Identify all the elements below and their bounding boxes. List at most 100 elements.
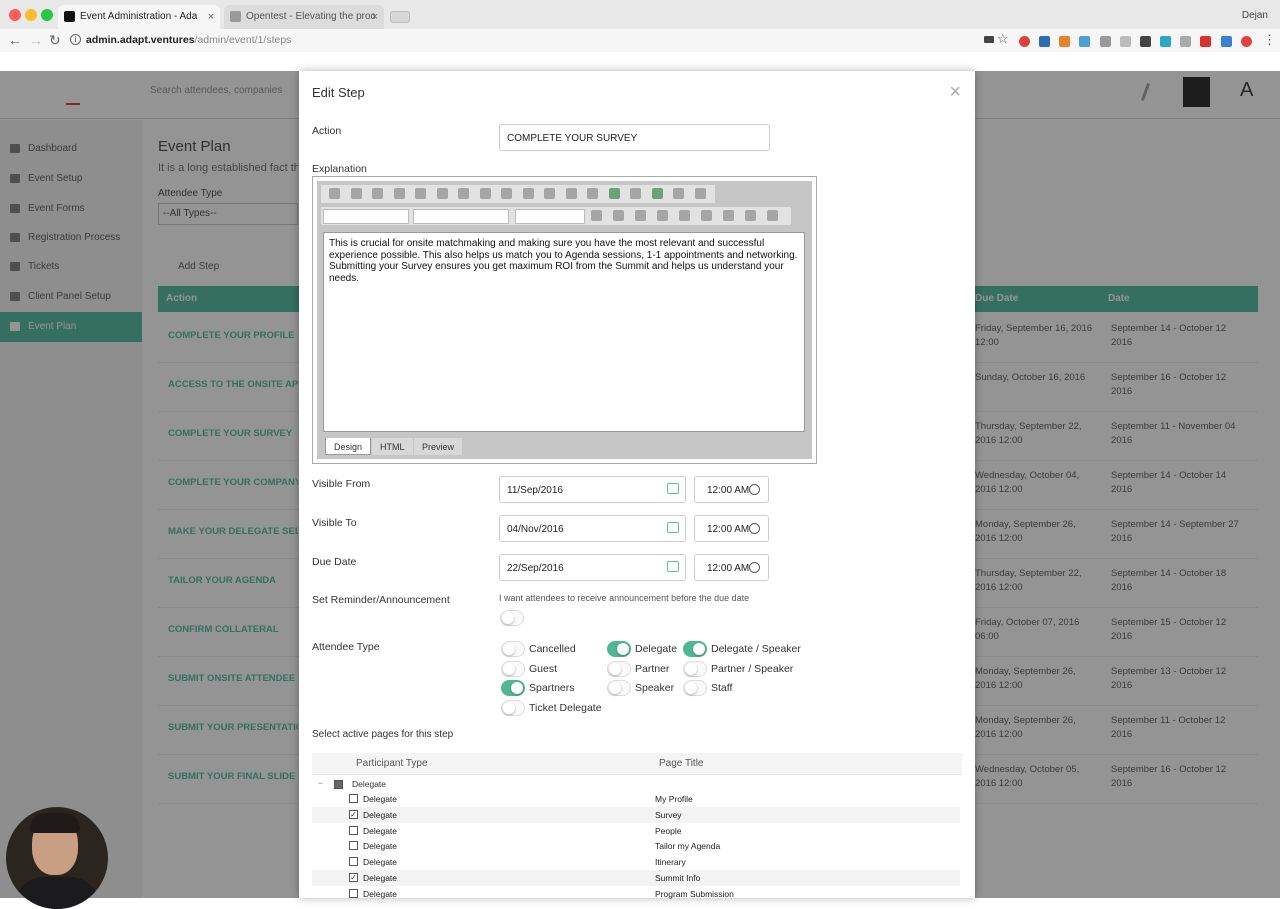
strikethrough-icon[interactable] [657,210,668,221]
attendee-type-toggle[interactable] [607,680,631,696]
back-arrow-icon[interactable]: ← [8,32,22,48]
editor-tab-design[interactable]: Design [325,438,372,455]
page-row[interactable]: Delegate Program Submission [312,886,960,902]
visible-to-time-input[interactable]: 12:00 AM [694,515,769,542]
clock-icon[interactable] [749,523,760,534]
font-color-icon[interactable] [767,210,778,221]
italic-icon[interactable] [613,210,624,221]
tab-close-icon[interactable]: × [208,11,214,23]
profile-name[interactable]: Dejan [1242,10,1268,21]
camera-icon[interactable] [984,36,994,43]
extension-icon[interactable] [1221,36,1232,47]
reminder-toggle[interactable] [500,610,524,626]
align-left-icon[interactable] [679,210,690,221]
visible-to-date-input[interactable]: 04/Nov/2016 [499,515,686,542]
forward-arrow-icon[interactable]: → [29,32,43,48]
group-checkbox[interactable] [334,780,343,789]
tab-event-administration[interactable]: Event Administration - Ada × [58,5,220,29]
bookmark-star-icon[interactable]: ☆ [997,31,1009,47]
unordered-list-icon[interactable] [544,188,555,199]
paste-icon[interactable] [372,188,383,199]
page-checkbox[interactable] [349,841,358,851]
table-icon[interactable] [673,188,684,199]
page-row[interactable]: ✓ Delegate Survey [312,806,960,823]
extension-icon[interactable] [1180,36,1191,47]
clock-icon[interactable] [749,562,760,573]
attendee-type-toggle[interactable] [501,660,525,677]
attendee-type-toggle[interactable] [501,641,525,657]
tree-group-row[interactable]: − Delegate [312,777,612,791]
align-center-icon[interactable] [701,210,712,221]
page-checkbox[interactable] [349,857,358,867]
extension-icon[interactable] [1100,36,1111,47]
superscript-icon[interactable] [479,188,491,199]
cut-icon[interactable] [329,188,340,199]
subscript-icon[interactable] [501,188,512,199]
page-checkbox[interactable] [349,888,358,898]
link-icon[interactable] [608,188,620,199]
info-icon[interactable]: i [70,34,81,45]
bold-icon[interactable] [591,210,602,221]
ordered-list-icon[interactable] [522,188,534,199]
attendee-type-toggle[interactable] [683,660,707,677]
page-checkbox[interactable] [349,825,358,835]
calendar-icon[interactable] [667,561,679,572]
attendee-type-toggle[interactable] [683,641,707,657]
page-row[interactable]: Delegate Tailor my Agenda [312,838,960,854]
paste-text-icon[interactable] [393,188,405,199]
editor-tab-html[interactable]: HTML [372,438,413,455]
new-tab-button[interactable] [390,11,410,23]
unlink-icon[interactable] [630,188,641,199]
editor-tab-preview[interactable]: Preview [414,438,463,455]
action-input[interactable]: COMPLETE YOUR SURVEY [499,124,770,151]
tab-opentest[interactable]: Opentest - Elevating the proc × [224,5,384,29]
tab-close-icon[interactable]: × [372,11,378,23]
close-icon[interactable]: × [949,81,961,104]
attendee-type-toggle[interactable] [607,641,631,657]
redo-icon[interactable] [436,188,448,199]
page-checkbox[interactable] [349,794,358,803]
extension-icon[interactable] [1241,36,1252,47]
close-window-button[interactable] [9,9,21,21]
page-row[interactable]: ✓ Delegate Summit Info [312,870,960,886]
due-date-input[interactable]: 22/Sep/2016 [499,554,686,581]
attendee-type-toggle[interactable] [501,699,525,716]
attendee-type-toggle[interactable] [501,680,525,696]
page-row[interactable]: Delegate My Profile [312,791,960,807]
visible-from-time-input[interactable]: 12:00 AM [694,476,769,503]
explanation-textarea[interactable]: This is crucial for onsite matchmaking a… [323,232,805,432]
attendee-type-toggle[interactable] [607,660,631,677]
minimize-window-button[interactable] [25,9,37,21]
reload-icon[interactable]: ↻ [49,32,61,49]
special-char-icon[interactable] [694,188,706,199]
extension-icon[interactable] [1079,36,1090,47]
copy-icon[interactable] [350,188,362,199]
attendee-type-toggle[interactable] [683,680,707,696]
url-field[interactable]: admin.adapt.ventures/admin/event/1/steps [86,34,291,46]
format-select[interactable] [515,209,585,224]
page-row[interactable]: Delegate People [312,823,960,839]
page-checkbox[interactable]: ✓ [349,873,358,882]
font-size-select[interactable] [413,209,509,224]
clear-format-icon[interactable] [458,188,469,199]
indent-icon[interactable] [565,188,577,199]
tree-collapse-icon[interactable]: − [318,778,323,788]
due-time-input[interactable]: 12:00 AM [694,554,769,581]
undo-icon[interactable] [415,188,426,199]
extension-icon[interactable] [1200,36,1211,47]
page-row[interactable]: Delegate Itinerary [312,854,960,870]
underline-icon[interactable] [635,210,646,221]
extension-icon[interactable] [1019,36,1030,47]
calendar-icon[interactable] [667,483,679,494]
extension-icon[interactable] [1140,36,1151,47]
clock-icon[interactable] [749,484,760,495]
align-right-icon[interactable] [723,210,734,221]
extension-icon[interactable] [1160,36,1171,47]
highlight-icon[interactable] [745,210,756,221]
page-checkbox[interactable]: ✓ [349,809,358,819]
visible-from-date-input[interactable]: 11/Sep/2016 [499,476,686,503]
font-family-select[interactable] [323,209,409,224]
calendar-icon[interactable] [667,522,679,533]
menu-icon[interactable]: ⋮ [1263,32,1276,48]
extension-icon[interactable] [1059,36,1070,47]
